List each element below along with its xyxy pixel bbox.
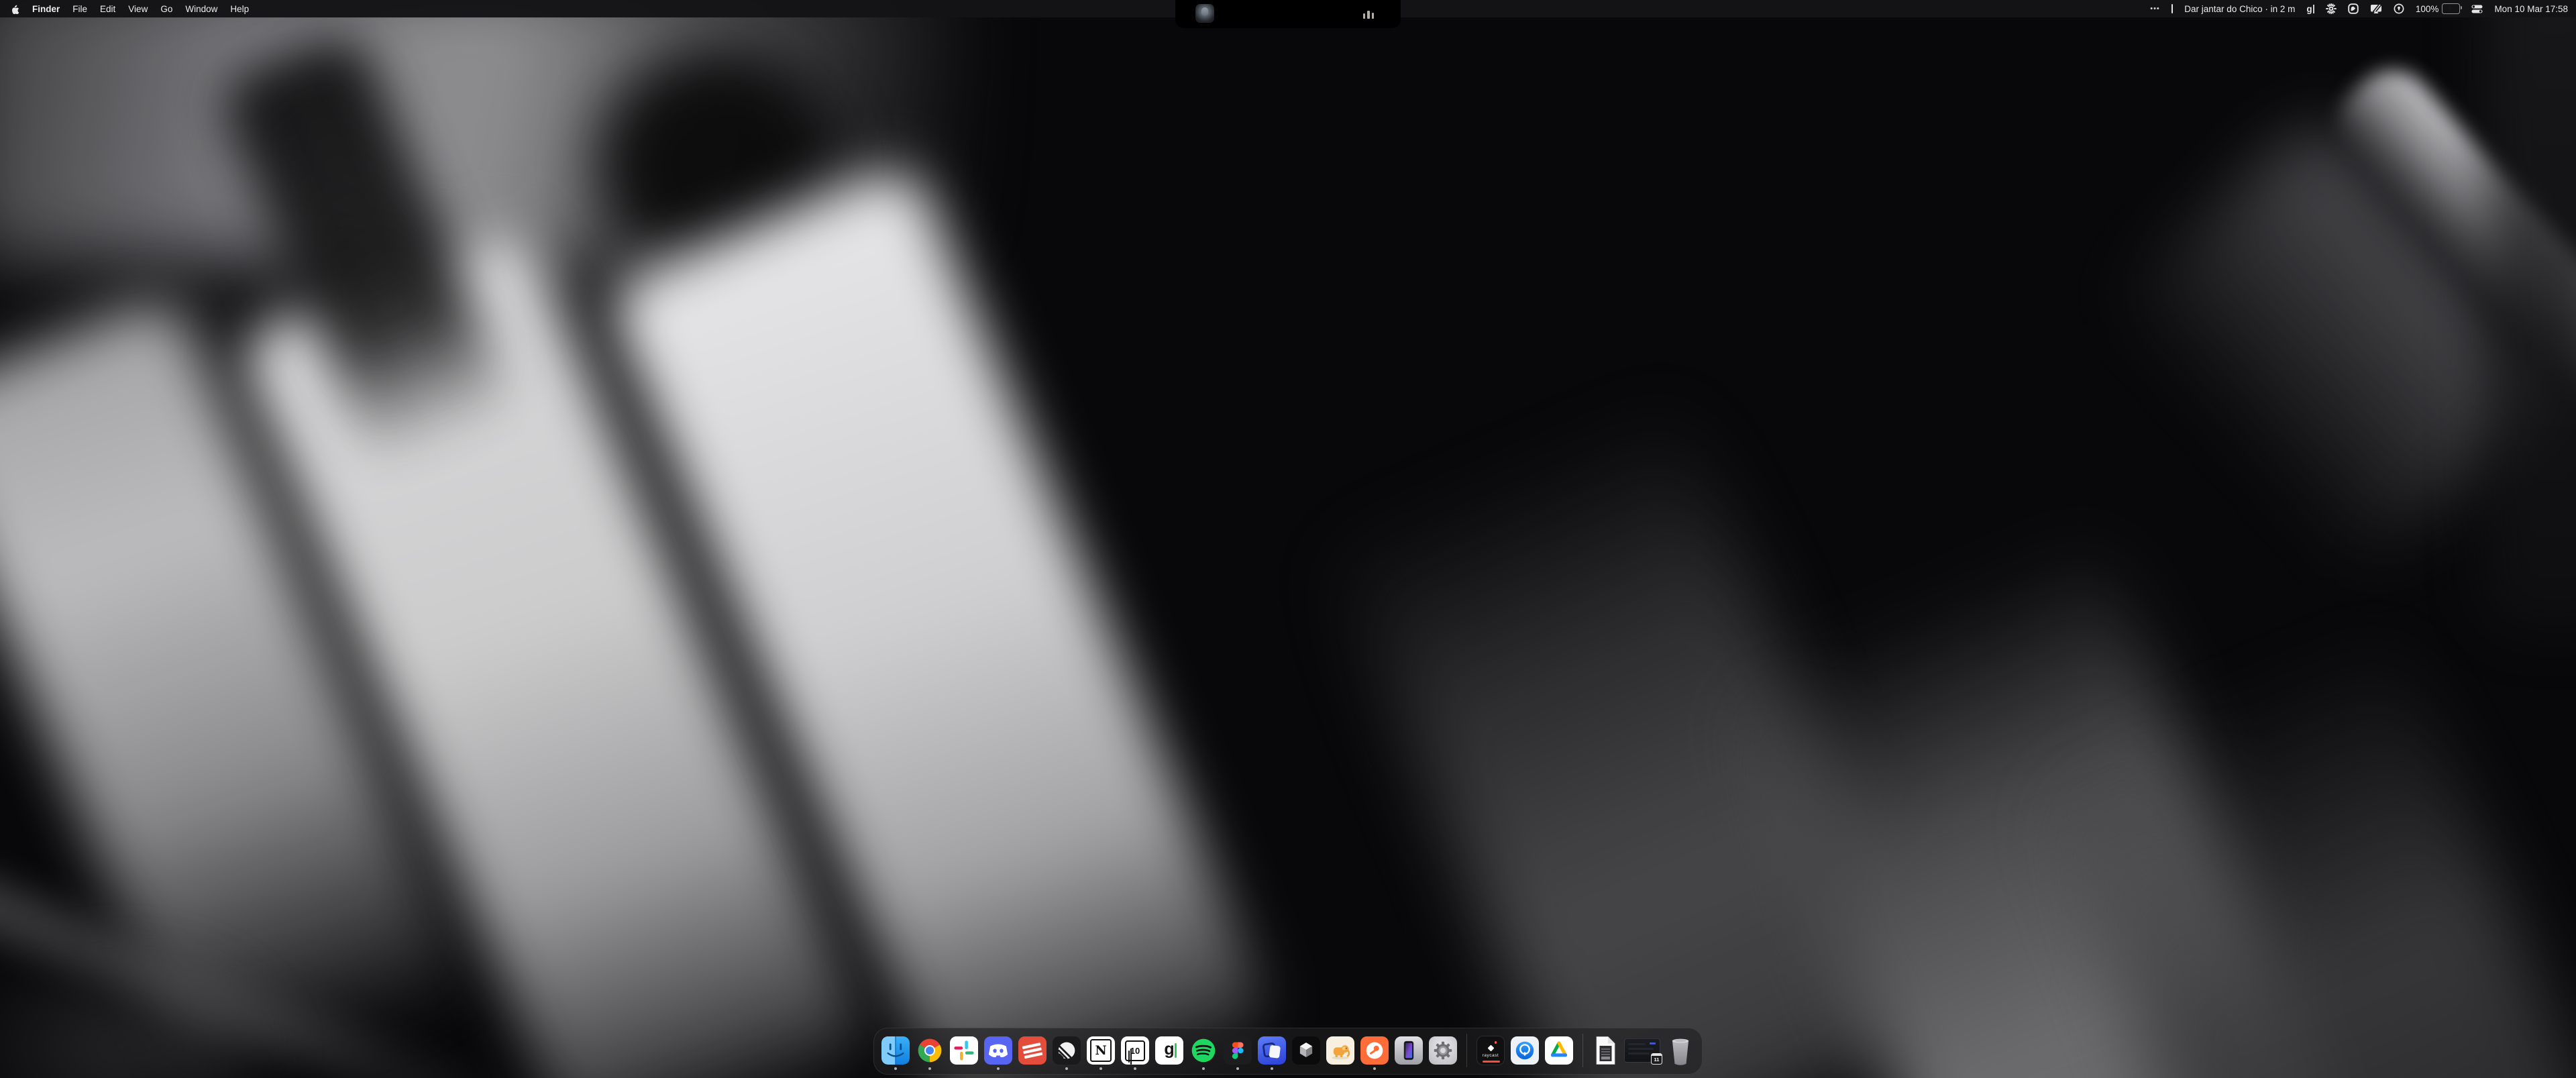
chrome-icon	[916, 1036, 944, 1065]
app-menu-finder[interactable]: Finder	[32, 4, 60, 14]
dock-raycast[interactable]: raycast	[1477, 1036, 1505, 1065]
one-password-menubar-icon[interactable]	[2394, 3, 2404, 14]
menu-extras-overflow[interactable]: •••	[2150, 5, 2160, 13]
dock: N 10 g	[873, 1028, 1703, 1075]
overlapping-windows-icon	[1258, 1036, 1286, 1065]
wallpaper-shape	[2482, 0, 2576, 631]
menu-bar-clock[interactable]: Mon 10 Mar 17:58	[2494, 4, 2568, 14]
notion-calendar-icon: 10	[1125, 1040, 1145, 1061]
dock-1password[interactable]	[1511, 1036, 1539, 1065]
granola-menubar-icon[interactable]: g	[2306, 4, 2314, 14]
now-playing-album-art[interactable]	[1195, 4, 1214, 23]
raycast-icon: raycast	[1477, 1036, 1504, 1065]
notch-music-island[interactable]	[1175, 0, 1401, 28]
finder-icon	[881, 1036, 910, 1065]
gear-burst-icon[interactable]	[2326, 3, 2337, 14]
notion-icon: N	[1090, 1039, 1112, 1062]
reminder-separator-bar	[2171, 4, 2174, 13]
elephant-icon	[1326, 1036, 1354, 1065]
menu-file[interactable]: File	[72, 4, 87, 14]
dock-slack[interactable]	[950, 1036, 978, 1065]
drive-triangle-icon	[1545, 1036, 1573, 1065]
desktop: Finder File Edit View Go Window Help •••…	[0, 0, 2576, 1078]
dock-system-settings[interactable]	[1429, 1036, 1457, 1065]
apple-menu-icon[interactable]	[11, 3, 19, 14]
gear-icon	[1429, 1036, 1457, 1065]
postman-icon	[1360, 1036, 1389, 1065]
dock-blue-windows-app[interactable]	[1258, 1036, 1286, 1065]
dock-divider	[1466, 1034, 1467, 1067]
dock-postico[interactable]	[1326, 1036, 1354, 1065]
wallpaper-shape	[0, 939, 295, 1078]
dock-notion-calendar[interactable]: 10	[1121, 1036, 1149, 1065]
window-thumbnail: 11	[1624, 1038, 1660, 1063]
dock-linear[interactable]	[1053, 1036, 1081, 1065]
dock-spotify[interactable]	[1189, 1036, 1218, 1065]
dock-downloads-document[interactable]	[1593, 1036, 1618, 1065]
dock-notion[interactable]: N	[1087, 1036, 1115, 1065]
dock-discord[interactable]	[984, 1036, 1012, 1065]
granola-icon: g	[1164, 1041, 1174, 1058]
battery-charging-icon	[2442, 3, 2460, 14]
capture-icon[interactable]	[2348, 3, 2359, 14]
menu-view[interactable]: View	[128, 4, 148, 14]
trash-icon	[1667, 1035, 1694, 1066]
iso-cube-icon	[1292, 1036, 1320, 1065]
menu-go[interactable]: Go	[160, 4, 172, 14]
menu-help[interactable]: Help	[230, 4, 249, 14]
battery-percent: 100%	[2416, 4, 2439, 14]
dock-todoist[interactable]	[1018, 1036, 1046, 1065]
wallpaper	[0, 0, 2576, 1078]
control-center-icon[interactable]	[2471, 5, 2483, 13]
keyhole-icon	[1511, 1036, 1539, 1065]
discord-icon	[984, 1036, 1012, 1065]
dock-figma[interactable]	[1224, 1036, 1252, 1065]
menu-edit[interactable]: Edit	[100, 4, 115, 14]
dock-postman[interactable]	[1360, 1036, 1389, 1065]
dock-divider	[1582, 1034, 1583, 1067]
dock-chrome[interactable]	[916, 1036, 944, 1065]
document-icon	[1593, 1036, 1617, 1065]
dock-trash[interactable]	[1666, 1036, 1695, 1065]
iphone-simulator-icon	[1395, 1036, 1423, 1065]
menu-window[interactable]: Window	[185, 4, 217, 14]
slack-icon	[950, 1036, 978, 1065]
display-mirroring-icon[interactable]	[2370, 4, 2382, 14]
audio-visualizer-bars	[1363, 9, 1375, 19]
calendar-badge: 11	[1651, 1053, 1662, 1065]
album-art-figure	[1201, 7, 1208, 15]
reminder-text[interactable]: Dar jantar do Chico · in 2 m	[2184, 4, 2295, 14]
dock-cube-app[interactable]	[1292, 1036, 1320, 1065]
dock-finder[interactable]	[881, 1036, 910, 1065]
dock-simulator[interactable]	[1395, 1036, 1423, 1065]
dock-granola[interactable]: g	[1155, 1036, 1183, 1065]
figma-icon	[1224, 1036, 1252, 1065]
linear-icon	[1053, 1036, 1081, 1065]
battery-status[interactable]: 100%	[2416, 3, 2461, 14]
dock-minimized-window[interactable]: 11	[1624, 1036, 1660, 1065]
todoist-icon	[1018, 1036, 1046, 1065]
dock-google-drive[interactable]	[1545, 1036, 1573, 1065]
spotify-icon	[1189, 1036, 1218, 1065]
granola-cursor-bar	[1175, 1043, 1177, 1058]
